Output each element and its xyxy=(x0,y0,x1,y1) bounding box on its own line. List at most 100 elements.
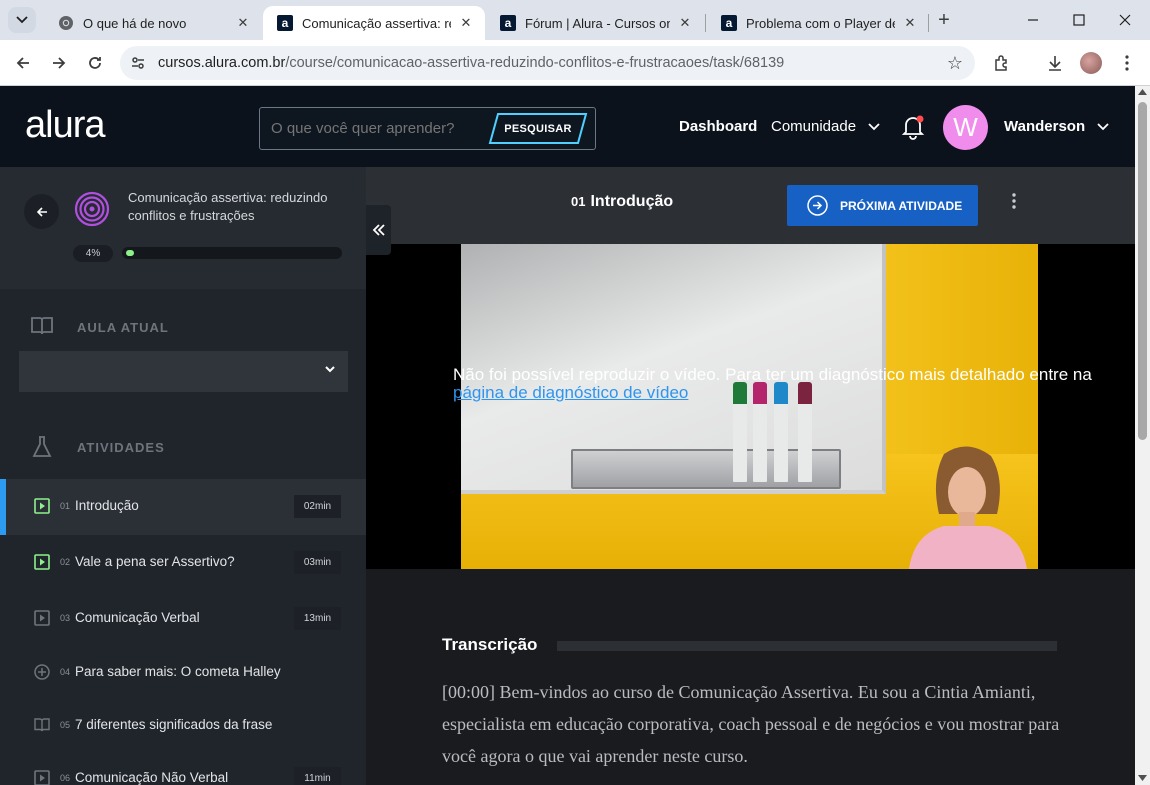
close-window-button[interactable] xyxy=(1102,0,1148,40)
section-label: AULA ATUAL xyxy=(77,320,169,335)
user-avatar[interactable]: W xyxy=(943,105,988,150)
activity-number: 04 xyxy=(60,667,71,677)
course-sidebar: Comunicação assertiva: reduzindo conflit… xyxy=(0,167,366,785)
transcript-divider xyxy=(557,641,1057,651)
browser-tab-course[interactable]: a Comunicação assertiva: reduzindo ✕ xyxy=(263,6,485,40)
close-tab-icon[interactable]: ✕ xyxy=(234,15,252,31)
activity-name: Vale a pena ser Assertivo? xyxy=(75,554,235,569)
collapse-sidebar-button[interactable] xyxy=(366,205,391,255)
progress-percent: 4% xyxy=(73,245,113,262)
lesson-heading: 01 Introdução xyxy=(571,193,673,211)
video-poster xyxy=(461,244,1038,569)
book-icon xyxy=(30,315,54,342)
alura-logo[interactable]: alura xyxy=(25,104,105,147)
close-icon xyxy=(1119,14,1131,26)
bell-icon xyxy=(901,115,925,140)
poster-presenter xyxy=(909,446,1027,569)
forward-button[interactable] xyxy=(47,51,71,75)
chevron-down-icon xyxy=(1097,123,1109,131)
tab-separator xyxy=(928,14,929,32)
tab-search-button[interactable] xyxy=(8,7,36,33)
url-path: /course/comunicacao-assertiva-reduzindo-… xyxy=(285,55,785,71)
back-to-course-button[interactable] xyxy=(24,194,59,229)
next-activity-label: PRÓXIMA ATIVIDADE xyxy=(840,198,963,213)
scroll-down-icon[interactable] xyxy=(1138,775,1147,781)
activity-name: Comunicação Não Verbal xyxy=(75,770,229,785)
video-done-icon xyxy=(34,554,50,570)
more-options-button[interactable] xyxy=(1012,193,1016,214)
activity-name: Para saber mais: O cometa Halley xyxy=(75,664,281,679)
scrollbar-thumb[interactable] xyxy=(1138,102,1147,440)
next-activity-button[interactable]: PRÓXIMA ATIVIDADE xyxy=(787,185,978,226)
book-icon xyxy=(34,718,50,732)
scroll-up-icon[interactable] xyxy=(1138,89,1147,95)
kebab-menu-icon xyxy=(1012,193,1016,209)
reload-button[interactable] xyxy=(83,51,107,75)
transcript-text: [00:00] Bem-vindos ao curso de Comunicaç… xyxy=(442,682,1060,766)
search-button[interactable]: PESQUISAR xyxy=(488,113,588,144)
chevron-down-icon xyxy=(325,366,335,373)
lesson-main: 01 Introdução PRÓXIMA ATIVIDADE Não foi … xyxy=(366,167,1135,785)
puzzle-icon xyxy=(995,55,1007,71)
lesson-topbar: 01 Introdução PRÓXIMA ATIVIDADE xyxy=(366,167,1135,244)
user-name: Wanderson xyxy=(1004,118,1086,135)
activity-item-06[interactable]: 06 Comunicação Não Verbal 11min xyxy=(0,751,366,785)
plus-circle-icon xyxy=(34,664,50,680)
transcript-heading: Transcrição xyxy=(442,635,538,654)
page-scrollbar[interactable] xyxy=(1135,86,1150,785)
bookmark-star-icon[interactable]: ☆ xyxy=(947,53,963,74)
kebab-menu-icon xyxy=(1125,55,1129,71)
chevron-down-icon xyxy=(868,123,880,131)
activity-item-04[interactable]: 04 Para saber mais: O cometa Halley xyxy=(0,645,366,701)
site-info-icon[interactable] xyxy=(130,55,146,76)
browser-tab-forum[interactable]: a Fórum | Alura - Cursos online ✕ xyxy=(486,6,704,40)
extensions-button[interactable] xyxy=(990,51,1014,75)
activity-number: 01 xyxy=(60,501,71,511)
tab-title: Comunicação assertiva: reduzindo xyxy=(302,15,451,31)
maximize-button[interactable] xyxy=(1056,0,1102,40)
player-error-message: Não foi possível reproduzir o vídeo. Par… xyxy=(453,366,1135,402)
course-info: Comunicação assertiva: reduzindo conflit… xyxy=(0,167,366,289)
address-bar[interactable]: cursos.alura.com.br/course/comunicacao-a… xyxy=(120,46,975,80)
notifications-button[interactable] xyxy=(900,114,926,145)
close-tab-icon[interactable]: ✕ xyxy=(676,15,694,31)
reload-icon xyxy=(89,57,101,69)
arrow-left-icon xyxy=(36,206,47,217)
activity-item-05[interactable]: 05 7 diferentes significados da frase xyxy=(0,698,366,754)
downloads-button[interactable] xyxy=(1043,51,1067,75)
close-tab-icon[interactable]: ✕ xyxy=(457,15,475,31)
alura-icon: a xyxy=(277,15,293,31)
chevron-down-icon xyxy=(16,16,28,24)
section-current-lesson: AULA ATUAL xyxy=(0,317,366,337)
activity-name: Comunicação Verbal xyxy=(75,610,200,625)
activity-duration: 11min xyxy=(294,767,341,785)
section-label: ATIVIDADES xyxy=(77,440,165,455)
arrow-right-circle-icon xyxy=(807,195,828,216)
close-tab-icon[interactable]: ✕ xyxy=(901,15,919,31)
browser-tab-player-problem[interactable]: a Problema com o Player de Vídeo ✕ xyxy=(707,6,929,40)
course-title[interactable]: Comunicação assertiva: reduzindo conflit… xyxy=(128,189,343,224)
activity-item-03[interactable]: 03 Comunicação Verbal 13min xyxy=(0,591,366,647)
double-chevron-left-icon xyxy=(372,224,385,236)
browser-menu-button[interactable] xyxy=(1115,51,1139,75)
nav-dashboard[interactable]: Dashboard xyxy=(679,118,757,135)
video-diagnostic-link[interactable]: página de diagnóstico de vídeo xyxy=(453,383,688,402)
flask-icon xyxy=(32,435,52,464)
back-button[interactable] xyxy=(11,51,35,75)
video-player[interactable]: Não foi possível reproduzir o vídeo. Par… xyxy=(366,244,1135,569)
browser-tab-bar: O que há de novo ✕ a Comunicação asserti… xyxy=(0,0,1150,40)
alura-icon: a xyxy=(721,15,737,31)
activity-item-01[interactable]: 01 Introdução 02min xyxy=(0,479,366,535)
alura-icon: a xyxy=(500,15,516,31)
minimize-button[interactable] xyxy=(1010,0,1056,40)
browser-profile-avatar[interactable] xyxy=(1080,52,1102,74)
search-input[interactable] xyxy=(271,120,481,137)
lesson-select[interactable] xyxy=(19,351,348,392)
new-tab-button[interactable]: + xyxy=(932,8,956,32)
activity-item-02[interactable]: 02 Vale a pena ser Assertivo? 03min xyxy=(0,535,366,591)
browser-tab-whats-new[interactable]: O que há de novo ✕ xyxy=(44,6,262,40)
nav-comunidade[interactable]: Comunidade xyxy=(771,118,880,135)
user-menu[interactable]: Wanderson xyxy=(1004,118,1109,135)
arrow-right-icon xyxy=(53,57,66,69)
video-done-icon xyxy=(34,498,50,514)
